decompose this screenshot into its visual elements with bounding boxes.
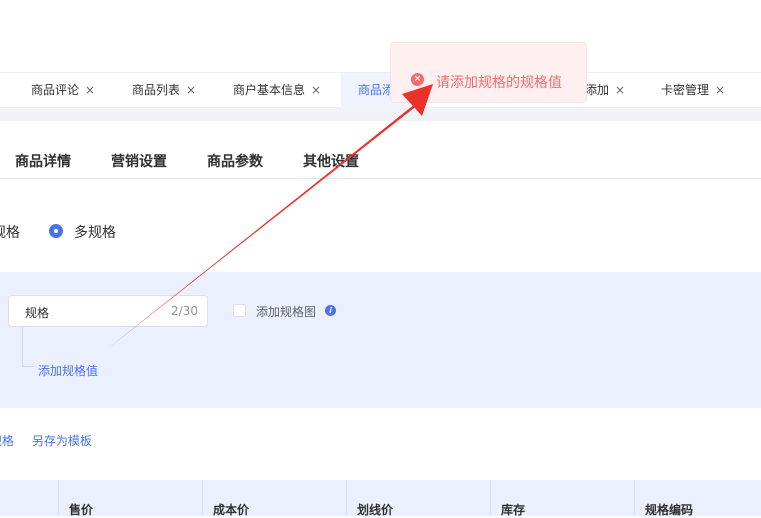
- column-strike-price: 划线价: [357, 503, 394, 517]
- tab-product-list[interactable]: 商品列表 ×: [132, 73, 196, 108]
- spec-name-char-count: 2/30: [171, 304, 198, 318]
- column-divider: [58, 480, 59, 516]
- column-price: 售价: [69, 503, 94, 517]
- tab-label: 商户基本信息: [233, 83, 306, 97]
- spec-action-link[interactable]: 规格: [0, 434, 14, 448]
- content-gap: [0, 108, 761, 121]
- tab-label: 商品列表: [132, 83, 181, 97]
- column-divider: [490, 480, 491, 516]
- subtab-marketing-settings[interactable]: 营销设置: [111, 151, 167, 171]
- subtab-product-details[interactable]: 商品详情: [15, 151, 71, 171]
- tab-label: 卡密管理: [661, 83, 710, 97]
- close-icon[interactable]: ×: [311, 83, 321, 97]
- column-stock: 库存: [501, 503, 526, 517]
- tab-add[interactable]: 添加 ×: [585, 73, 625, 108]
- sku-table-header: 售价 成本价 划线价 库存 规格编码: [0, 480, 761, 517]
- tree-connector: [22, 366, 34, 367]
- error-toast: × 请添加规格的规格值: [390, 42, 587, 103]
- error-circle-icon: ×: [411, 73, 424, 86]
- multi-spec-radio[interactable]: [49, 224, 63, 238]
- tab-bar: 商品评论 × 商品列表 × 商户基本信息 × 商品添 添加 × 卡密管理 ×: [0, 72, 761, 108]
- column-spec-code: 规格编码: [645, 503, 694, 517]
- subtab-divider: [0, 178, 761, 179]
- subtab-product-params[interactable]: 商品参数: [207, 151, 263, 171]
- column-cost-price: 成本价: [213, 503, 250, 517]
- tab-label: 添加: [585, 83, 610, 97]
- column-divider: [346, 480, 347, 516]
- close-icon[interactable]: ×: [186, 83, 196, 97]
- spec-name-input[interactable]: 规格 2/30: [8, 295, 208, 327]
- tab-label: 商品添: [358, 83, 395, 97]
- error-toast-message: 请添加规格的规格值: [436, 75, 562, 91]
- column-divider: [202, 480, 203, 516]
- close-icon[interactable]: ×: [85, 83, 95, 97]
- column-divider: [634, 480, 635, 516]
- tab-product-reviews[interactable]: 商品评论 ×: [31, 73, 95, 108]
- tab-label: 商品评论: [31, 83, 80, 97]
- spec-name-value: 规格: [25, 306, 50, 320]
- spec-action-links: 规格 另存为模板: [0, 432, 106, 449]
- multi-spec-label[interactable]: 多规格: [74, 222, 116, 242]
- add-spec-value-link[interactable]: 添加规格值: [38, 362, 98, 379]
- tab-merchant-info[interactable]: 商户基本信息 ×: [233, 73, 321, 108]
- close-icon[interactable]: ×: [615, 83, 625, 97]
- add-spec-image-checkbox[interactable]: [233, 304, 246, 317]
- add-spec-image-label[interactable]: 添加规格图: [256, 303, 316, 320]
- spec-type-single-label[interactable]: 规格: [0, 222, 20, 242]
- tab-card-management[interactable]: 卡密管理 ×: [661, 73, 725, 108]
- spec-panel: [0, 272, 761, 408]
- subtab-other-settings[interactable]: 其他设置: [303, 151, 359, 171]
- close-icon[interactable]: ×: [715, 83, 725, 97]
- save-as-template-link[interactable]: 另存为模板: [32, 434, 92, 448]
- info-icon[interactable]: i: [325, 305, 336, 316]
- tree-connector: [22, 327, 23, 367]
